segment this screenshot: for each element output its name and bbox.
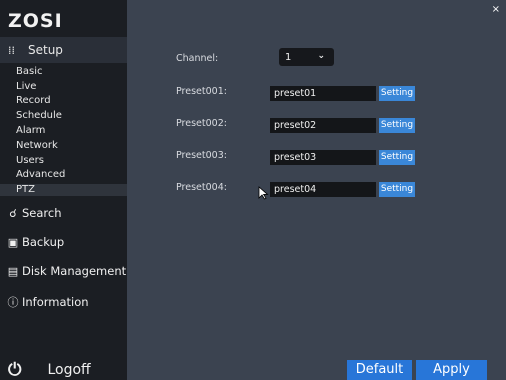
- sidebar-subitem-live[interactable]: Live: [16, 81, 36, 93]
- apply-button[interactable]: Apply: [416, 360, 487, 380]
- mouse-cursor-icon: [258, 186, 269, 200]
- setup-label: Setup: [28, 43, 63, 57]
- preset-setting-button-2[interactable]: Setting: [379, 118, 415, 133]
- sidebar-subitem-record[interactable]: Record: [16, 95, 51, 107]
- sidebar-subitem-basic[interactable]: Basic: [16, 66, 42, 78]
- preset-setting-button-3[interactable]: Setting: [379, 150, 415, 165]
- sidebar-subitem-ptz[interactable]: PTZ: [0, 184, 127, 196]
- sliders-icon: ⁞⁞: [8, 43, 15, 57]
- sidebar-subitem-schedule[interactable]: Schedule: [16, 110, 62, 122]
- chevron-down-icon: ⌄: [317, 51, 325, 61]
- preset-name-input-2[interactable]: [270, 118, 376, 133]
- sidebar-item-backup[interactable]: ▣ Backup: [6, 235, 64, 249]
- sidebar-subitem-users[interactable]: Users: [16, 155, 44, 167]
- info-icon: ⓘ: [7, 296, 19, 309]
- channel-label: Channel:: [176, 53, 219, 64]
- search-icon: ☌: [9, 206, 17, 220]
- sidebar-subitem-network[interactable]: Network: [16, 140, 58, 152]
- channel-select[interactable]: 1 ⌄: [279, 48, 334, 66]
- disk-management-label: Disk Management: [22, 264, 127, 278]
- backup-label: Backup: [22, 235, 65, 249]
- channel-value: 1: [285, 51, 292, 63]
- sidebar-subitem-advanced[interactable]: Advanced: [16, 169, 65, 181]
- preset-name-input-1[interactable]: [270, 86, 376, 101]
- power-icon: ⏻: [8, 360, 22, 380]
- sidebar-item-search[interactable]: ☌ Search: [6, 206, 62, 220]
- logoff-label: Logoff: [47, 362, 91, 378]
- sidebar-item-disk-management[interactable]: ▤ Disk Management: [6, 264, 126, 278]
- backup-icon: ▣: [7, 235, 19, 249]
- logoff-button[interactable]: ⏻ Logoff: [8, 360, 91, 380]
- sidebar: ZOSI ⁞⁞ Setup Basic Live Record Schedule…: [0, 0, 127, 380]
- preset-label-4: Preset004:: [176, 182, 227, 193]
- sidebar-subitem-alarm[interactable]: Alarm: [16, 125, 45, 137]
- preset-setting-button-4[interactable]: Setting: [379, 182, 415, 197]
- disk-icon: ▤: [7, 264, 19, 278]
- brand-logo: ZOSI: [8, 10, 63, 32]
- sidebar-item-information[interactable]: ⓘ Information: [6, 294, 89, 310]
- preset-label-3: Preset003:: [176, 150, 227, 161]
- close-icon[interactable]: ×: [492, 4, 500, 15]
- default-button[interactable]: Default: [347, 360, 412, 380]
- preset-label-1: Preset001:: [176, 86, 227, 97]
- information-label: Information: [22, 295, 89, 309]
- preset-name-input-4[interactable]: [270, 182, 376, 197]
- preset-name-input-3[interactable]: [270, 150, 376, 165]
- preset-setting-button-1[interactable]: Setting: [379, 86, 415, 101]
- sidebar-item-setup[interactable]: ⁞⁞ Setup: [0, 37, 127, 63]
- preset-label-2: Preset002:: [176, 118, 227, 129]
- search-label: Search: [22, 206, 62, 220]
